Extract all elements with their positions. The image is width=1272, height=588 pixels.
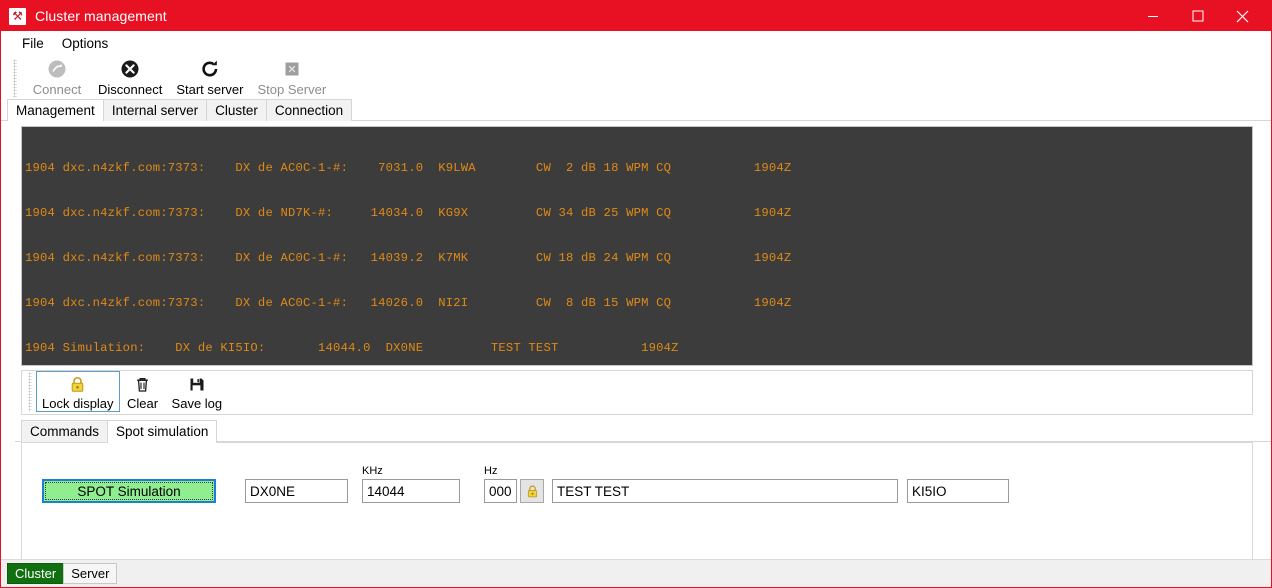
log-line: 1904 Simulation: DX de KI5IO: 14044.0 DX… [25, 341, 679, 355]
hz-label: Hz [484, 465, 498, 477]
tab-cluster[interactable]: Cluster [206, 99, 267, 121]
disconnect-icon [119, 58, 141, 80]
window-title: Cluster management [35, 8, 167, 24]
status-badge-server[interactable]: Server [63, 563, 118, 584]
tab-management[interactable]: Management [7, 99, 104, 122]
status-bar: Cluster Server [1, 559, 1271, 587]
connect-label: Connect [32, 82, 82, 97]
spotter-group [907, 465, 1009, 503]
start-server-button[interactable]: Start server [169, 56, 250, 97]
callsign-group [245, 465, 348, 503]
start-server-label: Start server [176, 82, 244, 97]
hz-group: Hz [484, 465, 517, 503]
hz-lock-button[interactable] [520, 479, 544, 503]
clear-log-button[interactable]: Clear [120, 371, 166, 412]
app-icon: ⚒ [9, 7, 26, 25]
spot-simulation-row: SPOT Simulation KHz Hz [32, 465, 1242, 503]
comment-group [552, 465, 898, 503]
tab-commands[interactable]: Commands [21, 420, 109, 442]
khz-label: KHz [362, 465, 383, 477]
stop-server-label: Stop Server [257, 82, 327, 97]
save-log-label: Save log [171, 396, 223, 411]
main-tabstrip: Management Internal server Cluster Conne… [1, 99, 1271, 122]
hz-lock-spacer [520, 465, 544, 478]
cluster-log-text: 1904 dxc.n4zkf.com:7373: DX de AC0C-1-#:… [22, 127, 1252, 365]
save-icon [186, 374, 207, 395]
log-toolbar: Lock display Clear Save log [21, 370, 1253, 415]
spot-comment-input[interactable] [552, 479, 898, 503]
disconnect-button[interactable]: Disconnect [91, 56, 169, 97]
callsign-label [245, 465, 348, 478]
lock-display-button[interactable]: Lock display [36, 371, 120, 412]
log-line: 1904 dxc.n4zkf.com:7373: DX de AC0C-1-#:… [25, 161, 792, 175]
spotter-label [907, 465, 1009, 478]
bottom-tabstrip: Commands Spot simulation [15, 420, 1271, 443]
menu-item-file[interactable]: File [13, 33, 53, 54]
close-button[interactable] [1220, 1, 1265, 31]
cluster-log-panel[interactable]: 1904 dxc.n4zkf.com:7373: DX de AC0C-1-#:… [21, 126, 1253, 366]
window-controls [1130, 1, 1271, 31]
tab-spot-simulation[interactable]: Spot simulation [107, 420, 218, 443]
lock-icon [67, 374, 88, 395]
frequency-hz-input[interactable] [484, 479, 517, 503]
spot-simulation-button[interactable]: SPOT Simulation [42, 479, 216, 503]
log-line: 1904 dxc.n4zkf.com:7373: DX de AC0C-1-#:… [25, 251, 792, 265]
application-window: ⚒ Cluster management File Options Connec… [0, 0, 1272, 588]
management-panel: 1904 dxc.n4zkf.com:7373: DX de AC0C-1-#:… [1, 121, 1271, 559]
minimize-button[interactable] [1130, 1, 1175, 39]
tab-connection[interactable]: Connection [265, 99, 353, 121]
stop-server-button[interactable]: Stop Server [251, 56, 334, 97]
spot-button-spacer [42, 465, 216, 478]
tab-internal-server[interactable]: Internal server [102, 99, 208, 121]
spot-button-group: SPOT Simulation [42, 465, 216, 503]
main-toolbar: Connect Disconnect Start server Stop Ser… [1, 56, 1271, 100]
lock-icon [525, 484, 540, 499]
save-log-button[interactable]: Save log [166, 371, 229, 412]
spotter-callsign-input[interactable] [907, 479, 1009, 503]
log-line: 1904 dxc.n4zkf.com:7373: DX de ND7K-#: 1… [25, 206, 792, 220]
status-badge-cluster[interactable]: Cluster [7, 563, 65, 584]
clear-log-label: Clear [127, 396, 159, 411]
hz-lock-group [520, 465, 544, 503]
lock-display-label: Lock display [42, 396, 114, 411]
connect-button[interactable]: Connect [23, 56, 91, 97]
toolbar-grip[interactable] [13, 59, 17, 97]
trash-icon [132, 374, 153, 395]
dx-callsign-input[interactable] [245, 479, 348, 503]
comment-label [552, 465, 898, 478]
stop-icon [281, 58, 303, 80]
app-icon-glyph: ⚒ [12, 8, 23, 23]
disconnect-label: Disconnect [98, 82, 163, 97]
spot-simulation-panel: SPOT Simulation KHz Hz [21, 442, 1253, 559]
maximize-button[interactable] [1175, 1, 1220, 31]
refresh-icon [199, 58, 221, 80]
menu-item-options[interactable]: Options [53, 33, 118, 54]
khz-group: KHz [362, 465, 460, 503]
connect-icon [46, 58, 68, 80]
log-line: 1904 dxc.n4zkf.com:7373: DX de AC0C-1-#:… [25, 296, 792, 310]
title-bar: ⚒ Cluster management [1, 1, 1271, 31]
menu-bar: File Options [1, 31, 1271, 56]
focus-ring [45, 482, 213, 500]
frequency-khz-input[interactable] [362, 479, 460, 503]
log-toolbar-grip[interactable] [28, 372, 32, 412]
